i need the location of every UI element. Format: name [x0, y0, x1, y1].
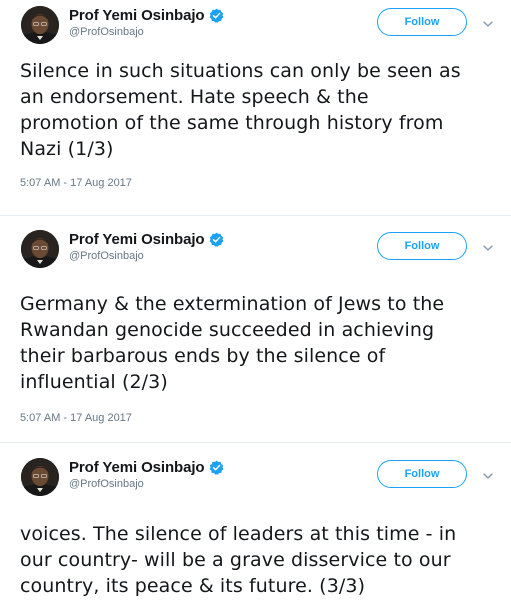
verified-badge-icon [209, 460, 224, 475]
tweet-text: Silence in such situations can only be s… [20, 60, 461, 160]
chevron-down-icon[interactable] [482, 16, 494, 27]
verified-badge-icon [209, 232, 224, 247]
author-handle[interactable]: @ProfOsinbajo [69, 478, 144, 490]
author-name[interactable]: Prof Yemi Osinbajo [69, 459, 205, 476]
author-handle[interactable]: @ProfOsinbajo [69, 26, 144, 38]
follow-button[interactable]: Follow [377, 460, 467, 488]
avatar[interactable] [21, 230, 59, 268]
divider [0, 215, 511, 216]
tweet-timestamp[interactable]: 5:07 AM - 17 Aug 2017 [20, 412, 132, 424]
tweet-timestamp[interactable]: 5:07 AM - 17 Aug 2017 [20, 177, 132, 189]
author-row: Prof Yemi Osinbajo [69, 457, 224, 477]
author-name[interactable]: Prof Yemi Osinbajo [69, 231, 205, 248]
author-name[interactable]: Prof Yemi Osinbajo [69, 7, 205, 24]
tweet-text: voices. The silence of leaders at this t… [20, 523, 457, 597]
avatar[interactable] [21, 6, 59, 44]
follow-button[interactable]: Follow [377, 232, 467, 260]
author-handle[interactable]: @ProfOsinbajo [69, 250, 144, 262]
tweet: Prof Yemi Osinbajo @ProfOsinbajo Follow … [0, 224, 511, 432]
follow-button[interactable]: Follow [377, 8, 467, 36]
avatar[interactable] [21, 458, 59, 496]
author-row: Prof Yemi Osinbajo [69, 229, 224, 249]
chevron-down-icon[interactable] [482, 468, 494, 479]
tweet: Prof Yemi Osinbajo @ProfOsinbajo Follow … [0, 0, 511, 206]
divider [0, 442, 511, 443]
tweet: Prof Yemi Osinbajo @ProfOsinbajo Follow … [0, 452, 511, 609]
chevron-down-icon[interactable] [482, 240, 494, 251]
verified-badge-icon [209, 8, 224, 23]
tweet-text: Germany & the extermination of Jews to t… [20, 293, 445, 393]
author-row: Prof Yemi Osinbajo [69, 5, 224, 25]
